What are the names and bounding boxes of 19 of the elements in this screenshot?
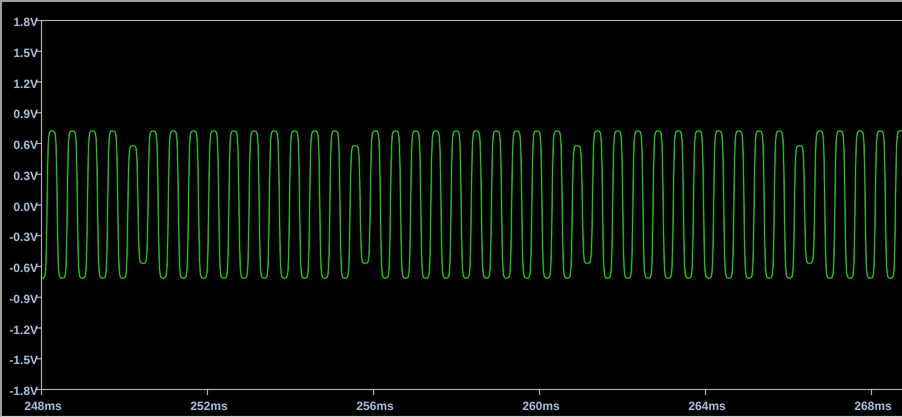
x-axis-label: 268ms [853,398,893,414]
y-axis-label: 0.6V [13,137,38,153]
y-axis-label: 1.8V [13,14,38,30]
y-axis-label: -0.9V [9,290,38,307]
x-axis-label: 264ms [687,398,727,414]
x-axis-label: 260ms [521,398,561,414]
y-axis-label: 0.3V [13,168,38,184]
y-axis-label: -0.6V [9,260,38,276]
y-axis-label: -1.5V [9,352,38,368]
y-axis-label: -1.8V [9,383,38,399]
y-axis-label: 1.2V [13,76,38,92]
y-axis-label: -0.3V [9,229,38,246]
x-axis-label: 256ms [355,398,395,414]
x-axis-label: 248ms [23,398,63,414]
x-axis-label: 252ms [189,398,229,414]
y-axis-label: 1.5V [13,44,38,61]
y-axis-label: -1.2V [9,322,38,338]
y-axis-label: 0.0V [13,198,38,214]
y-axis-label: 0.9V [13,106,38,122]
